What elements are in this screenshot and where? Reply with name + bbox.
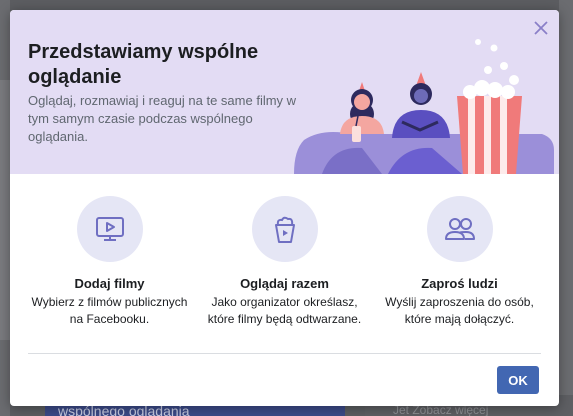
feature-invite-people: Zaproś ludzi Wyślij zaproszenia do osób,… bbox=[375, 196, 545, 336]
feature-list: Dodaj filmy Wybierz z filmów publicznych… bbox=[10, 196, 559, 336]
feature-title: Dodaj filmy bbox=[74, 276, 145, 291]
close-icon bbox=[534, 21, 548, 35]
feature-description: Wybierz z filmów publicznych na Facebook… bbox=[31, 295, 188, 326]
feature-title: Zaproś ludzi bbox=[421, 276, 498, 291]
feature-add-videos: Dodaj filmy Wybierz z filmów publicznych… bbox=[25, 196, 195, 336]
ok-button[interactable]: OK bbox=[497, 366, 539, 394]
feature-watch-together: Oglądaj razem Jako organizator określasz… bbox=[200, 196, 370, 336]
feature-icon-circle bbox=[251, 196, 318, 262]
feature-title: Oglądaj razem bbox=[240, 276, 329, 291]
feature-description: Jako organizator określasz, które filmy … bbox=[207, 295, 362, 326]
background-page-right bbox=[559, 0, 573, 416]
video-screen-icon bbox=[95, 217, 124, 241]
feature-icon-circle bbox=[76, 196, 143, 262]
feature-icon-circle bbox=[426, 196, 493, 262]
popcorn-play-icon bbox=[274, 216, 295, 243]
footer-divider bbox=[28, 353, 541, 354]
close-button[interactable] bbox=[531, 18, 551, 38]
dialog-hero: Przedstawiamy wspólne oglądanie Oglądaj,… bbox=[10, 10, 559, 174]
dialog-description: Oglądaj, rozmawiaj i reaguj na te same f… bbox=[28, 93, 297, 144]
feature-description: Wyślij zaproszenia do osób, które mają d… bbox=[385, 295, 534, 326]
background-card-left bbox=[0, 80, 10, 340]
watch-party-illustration bbox=[294, 39, 554, 174]
people-icon bbox=[444, 218, 475, 240]
dialog-title: Przedstawiamy wspólne oglądanie bbox=[28, 41, 259, 88]
watch-party-dialog: Przedstawiamy wspólne oglądanie Oglądaj,… bbox=[10, 10, 559, 406]
